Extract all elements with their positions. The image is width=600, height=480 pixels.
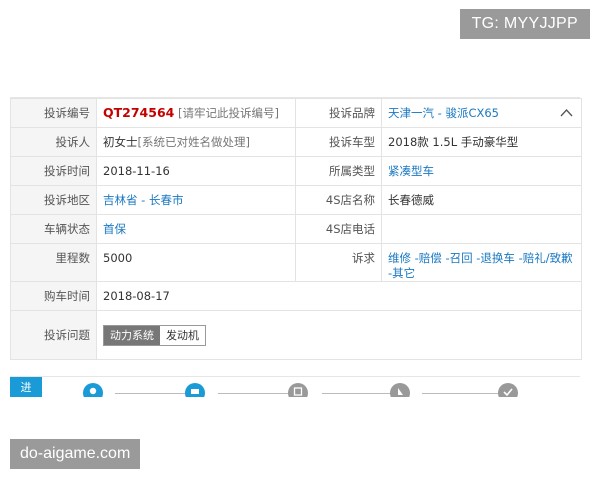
purchase-time-value: 2018-08-17 xyxy=(96,281,582,311)
issue-label: 投诉问题 xyxy=(10,310,97,360)
step-connector xyxy=(218,393,298,394)
region-cell: 吉林省 - 长春市 xyxy=(96,185,296,215)
watermark-top: TG: MYYJJPP xyxy=(459,9,590,39)
table-row: 车辆状态 首保 4S店电话 xyxy=(10,214,582,244)
table-row: 投诉时间 2018-11-16 所属类型 紧凑型车 xyxy=(10,156,582,186)
type-cell: 紧凑型车 xyxy=(381,156,582,186)
issue-tags: 动力系统 发动机 xyxy=(103,324,206,346)
complaint-info-table: 投诉编号 QT274564 [请牢记此投诉编号] 投诉品牌 天津一汽 - 骏派C… xyxy=(10,98,582,360)
complaint-id-hint: [请牢记此投诉编号] xyxy=(178,106,279,120)
vehicle-status-link[interactable]: 首保 xyxy=(103,222,126,236)
region-link[interactable]: 吉林省 - 长春市 xyxy=(103,193,183,207)
complaint-id-value: QT274564 xyxy=(103,105,175,120)
complainant-label: 投诉人 xyxy=(10,127,97,157)
complaint-time-label: 投诉时间 xyxy=(10,156,97,186)
store-value: 长春德威 xyxy=(381,185,582,215)
complaint-id-cell: QT274564 [请牢记此投诉编号] xyxy=(96,98,296,128)
region-label: 投诉地区 xyxy=(10,185,97,215)
demand-links[interactable]: 维修 -赔偿 -召回 -退换车 -赔礼/致歉 -其它 xyxy=(388,251,573,280)
mileage-label: 里程数 xyxy=(10,243,97,282)
complaint-id-label: 投诉编号 xyxy=(10,98,97,128)
complainant-note: [系统已对姓名做处理] xyxy=(137,134,250,149)
issue-tag-system[interactable]: 动力系统 xyxy=(104,325,160,345)
table-row: 投诉问题 动力系统 发动机 xyxy=(10,310,582,360)
vehicle-status-cell: 首保 xyxy=(96,214,296,244)
watermark-bottom: do-aigame.com xyxy=(10,439,141,469)
table-row: 里程数 5000 诉求 维修 -赔偿 -召回 -退换车 -赔礼/致歉 -其它 xyxy=(10,243,582,282)
progress-tab[interactable]: 进 xyxy=(10,377,42,397)
purchase-time-label: 购车时间 xyxy=(10,281,97,311)
issue-tag-part[interactable]: 发动机 xyxy=(160,325,205,345)
step-pointer-icon xyxy=(390,383,410,397)
type-label: 所属类型 xyxy=(295,156,382,186)
complainant-value: 初女士 xyxy=(103,134,138,149)
brand-cell: 天津一汽 - 骏派CX65 xyxy=(381,98,582,128)
step-user-icon xyxy=(83,383,103,397)
table-row: 购车时间 2018-08-17 xyxy=(10,281,582,311)
demand-cell: 维修 -赔偿 -召回 -退换车 -赔礼/致歉 -其它 xyxy=(381,243,582,282)
complaint-info-panel: 投诉编号 QT274564 [请牢记此投诉编号] 投诉品牌 天津一汽 - 骏派C… xyxy=(10,97,582,360)
step-connector xyxy=(422,393,508,394)
step-document-icon xyxy=(288,383,308,397)
complainant-cell: 初女士[系统已对姓名做处理] xyxy=(96,127,296,157)
table-row: 投诉编号 QT274564 [请牢记此投诉编号] 投诉品牌 天津一汽 - 骏派C… xyxy=(10,98,582,128)
store-phone-label: 4S店电话 xyxy=(295,214,382,244)
model-label: 投诉车型 xyxy=(295,127,382,157)
issue-cell: 动力系统 发动机 xyxy=(96,310,582,360)
step-printer-icon xyxy=(185,383,205,397)
chevron-up-icon[interactable] xyxy=(560,106,573,121)
demand-label: 诉求 xyxy=(295,243,382,282)
store-phone-value xyxy=(381,214,582,244)
step-check-icon xyxy=(498,383,518,397)
vehicle-status-label: 车辆状态 xyxy=(10,214,97,244)
table-row: 投诉人 初女士[系统已对姓名做处理] 投诉车型 2018款 1.5L 手动豪华型 xyxy=(10,127,582,157)
table-row: 投诉地区 吉林省 - 长春市 4S店名称 长春德威 xyxy=(10,185,582,215)
brand-link[interactable]: 天津一汽 - 骏派CX65 xyxy=(388,106,499,120)
progress-steps: 进 xyxy=(10,376,580,397)
store-label: 4S店名称 xyxy=(295,185,382,215)
complaint-time-value: 2018-11-16 xyxy=(96,156,296,186)
type-link[interactable]: 紧凑型车 xyxy=(388,164,434,178)
mileage-value: 5000 xyxy=(96,243,296,282)
step-connector xyxy=(115,393,195,394)
model-value: 2018款 1.5L 手动豪华型 xyxy=(381,127,582,157)
brand-label: 投诉品牌 xyxy=(295,98,382,128)
